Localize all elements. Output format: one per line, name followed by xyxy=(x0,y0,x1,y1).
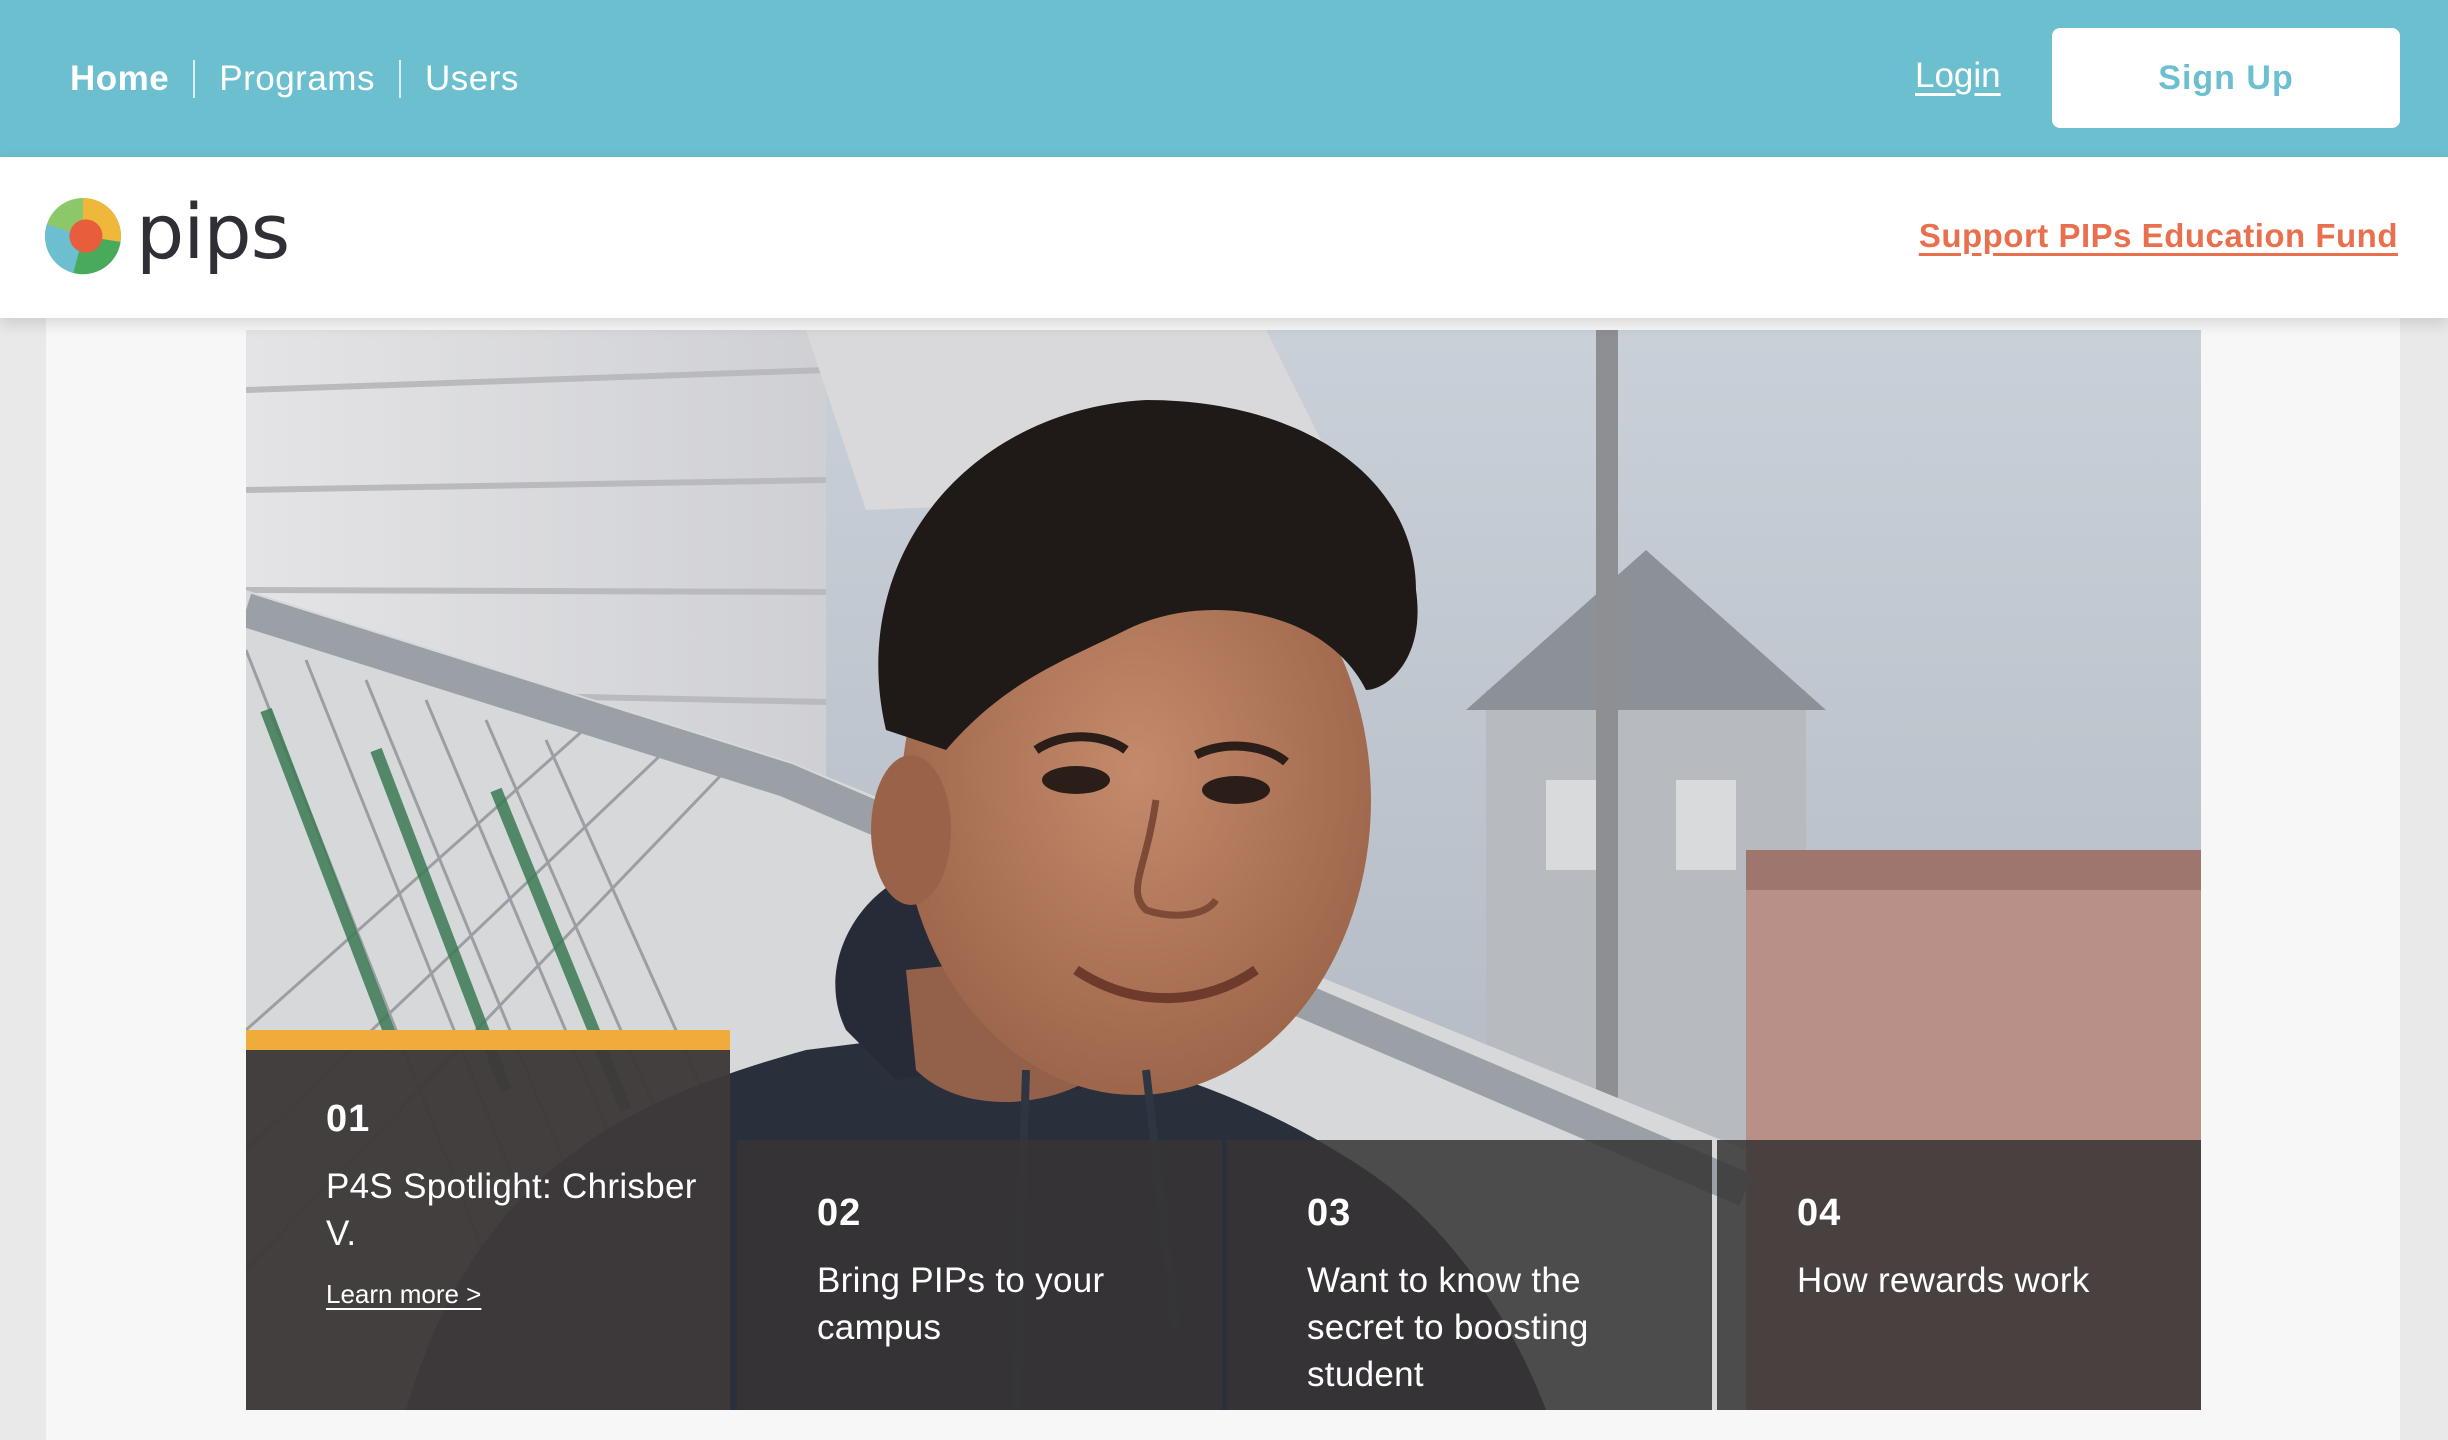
slide-tab-4[interactable]: 04 How rewards work xyxy=(1717,1140,2201,1410)
nav-divider xyxy=(398,59,401,98)
nav-users-link[interactable]: Users xyxy=(425,59,519,99)
sign-up-button[interactable]: Sign Up xyxy=(2052,28,2400,128)
support-fund-link[interactable]: Support PIPs Education Fund xyxy=(1919,217,2398,255)
slide-number: 03 xyxy=(1307,1192,1352,1234)
slide-number: 04 xyxy=(1797,1192,1842,1234)
main-nav: Home Programs Users xyxy=(70,0,519,157)
slide-tab-1[interactable]: 01 P4S Spotlight: Chrisber V. Learn more… xyxy=(246,1030,730,1410)
brand-bar: pips Support PIPs Education Fund xyxy=(0,157,2448,318)
slide-number: 01 xyxy=(326,1098,371,1140)
logo-text: pips xyxy=(136,187,290,276)
nav-divider xyxy=(193,59,196,98)
active-tab-indicator xyxy=(246,1030,730,1050)
top-navigation-bar: Home Programs Users Login Sign Up xyxy=(0,0,2448,157)
login-link[interactable]: Login xyxy=(1915,56,2001,96)
slide-title: P4S Spotlight: Chrisber V. xyxy=(326,1167,697,1253)
slide-number: 02 xyxy=(817,1192,862,1234)
slide-title: Bring PIPs to your campus xyxy=(817,1261,1105,1347)
nav-home-link[interactable]: Home xyxy=(70,59,169,99)
slide-tab-2[interactable]: 02 Bring PIPs to your campus xyxy=(737,1140,1222,1410)
slide-tab-3[interactable]: 03 Want to know the secret to boosting s… xyxy=(1227,1140,1712,1410)
pips-logo[interactable]: pips xyxy=(44,187,290,276)
learn-more-link[interactable]: Learn more > xyxy=(326,1279,481,1310)
slide-title: How rewards work xyxy=(1797,1261,2090,1300)
slide-title: Want to know the secret to boosting stud… xyxy=(1307,1261,1589,1394)
nav-programs-link[interactable]: Programs xyxy=(219,59,375,99)
pips-logo-icon xyxy=(44,197,122,275)
